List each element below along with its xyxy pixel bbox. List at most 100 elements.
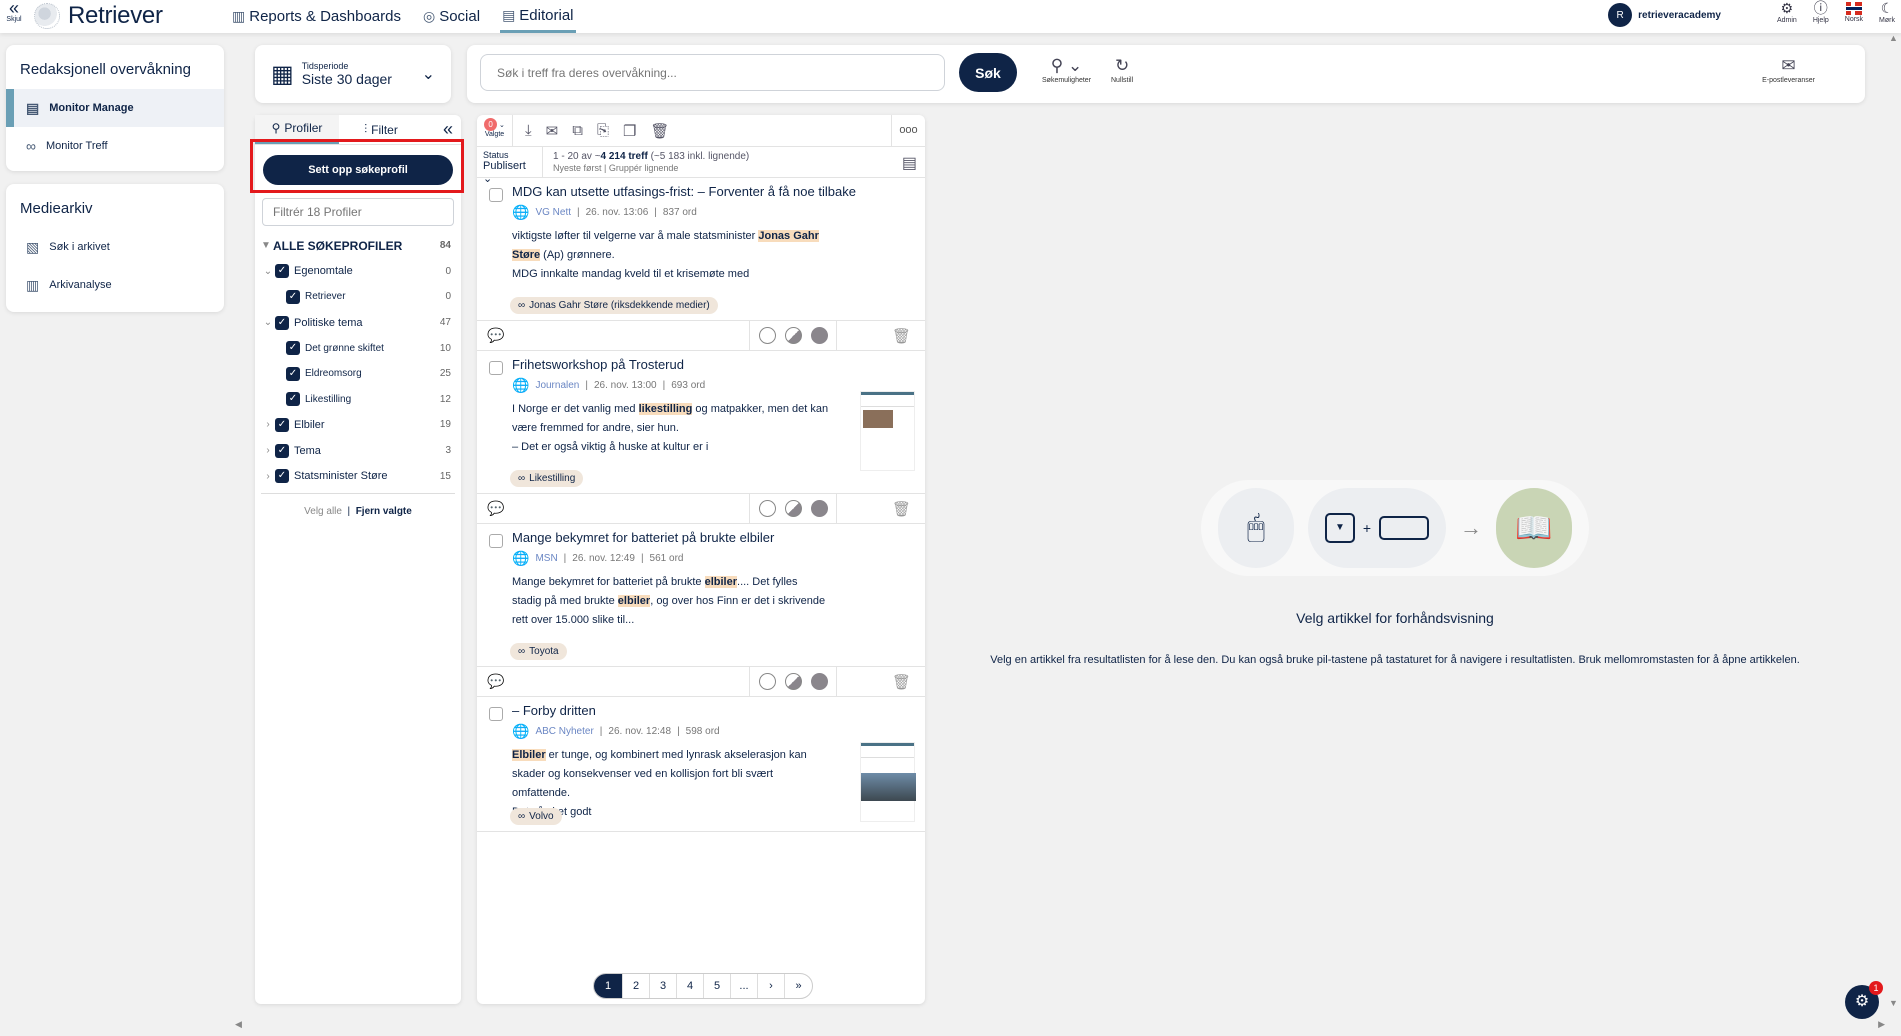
layout-toggle-icon[interactable]: ▤ [902,153,917,173]
page-button[interactable]: 3 [650,974,677,998]
group-similar-link[interactable]: Gruppér lignende [609,163,679,173]
checkbox-checked-icon[interactable]: ✓ [275,315,289,330]
chevron-down-icon[interactable]: ⌄ [261,266,275,277]
mark-read-icon[interactable] [810,327,828,344]
checkbox-checked-icon[interactable]: ✓ [286,392,300,407]
comment-icon[interactable]: 💬 [477,500,749,517]
comment-icon[interactable]: 💬 [477,673,749,690]
checkbox-checked-icon[interactable]: ✓ [275,469,289,484]
tree-item[interactable]: ✓ Likestilling 12 [255,387,461,413]
tree-root[interactable]: ▼ ALLE SØKEPROFILER 84 [255,233,461,259]
tree-item[interactable]: ⌄ ✓ Politiske tema 47 [255,310,461,336]
tree-item[interactable]: › ✓ Tema 3 [255,438,461,464]
nav-editorial[interactable]: ▤ Editorial [500,0,576,33]
selected-dropdown[interactable]: 0 ⌄ Valgte [477,115,513,147]
chevron-right-icon[interactable]: › [261,471,275,482]
article-title[interactable]: MDG kan utsette utfasings-frist: – Forve… [512,184,915,200]
sort-link[interactable]: Nyeste først [553,163,602,173]
setup-search-profile-button[interactable]: Sett opp søkeprofil [263,155,453,185]
download-icon[interactable]: ⤓ [525,122,532,140]
checkbox-checked-icon[interactable]: ✓ [286,289,300,304]
article-item[interactable]: Mange bekymret for batteriet på brukte e… [477,524,925,667]
comment-icon[interactable]: 💬 [477,327,749,344]
select-all-link[interactable]: Velg alle [304,506,342,517]
article-checkbox[interactable] [489,534,503,548]
chevron-right-icon[interactable]: › [261,419,275,430]
page-button[interactable]: 5 [704,974,731,998]
page-button[interactable]: » [785,974,812,998]
search-button[interactable]: Søk [959,53,1017,92]
trash-icon[interactable]: 🗑 [837,327,925,345]
sidebar-item-monitor-treff[interactable]: ∞ Monitor Treff [6,127,224,165]
article-item[interactable]: Frihetsworkshop på Trosterud 🌐 Journalen |… [477,351,925,494]
filter-profiles-input[interactable] [262,198,454,226]
checkbox-checked-icon[interactable]: ✓ [275,443,289,458]
article-title[interactable]: – Forby dritten [512,703,915,719]
vertical-scrollbar[interactable]: ▲ ▼ [1886,33,1901,1023]
tree-item[interactable]: ⌄ ✓ Egenomtale 0 [255,259,461,285]
nav-reports-dashboards[interactable]: ▥ Reports & Dashboards [230,0,403,33]
nav-social[interactable]: ◎ Social [421,0,482,33]
mark-partial-icon[interactable] [784,327,802,344]
article-source[interactable]: VG Nett [535,207,571,218]
mark-read-icon[interactable] [810,673,828,690]
chevron-down-icon[interactable]: ⌄ [261,317,275,328]
trash-icon[interactable]: 🗑 [837,673,925,691]
checkbox-checked-icon[interactable]: ✓ [275,264,289,279]
mark-partial-icon[interactable] [784,500,802,517]
more-options-button[interactable]: ooo [891,115,925,147]
article-source[interactable]: ABC Nyheter [535,726,593,737]
sidebar-item-monitor-manage[interactable]: ▤ Monitor Manage [6,89,224,127]
reset-button[interactable]: ↻ Nullstill [1111,55,1133,84]
article-checkbox[interactable] [489,707,503,721]
time-period-dropdown[interactable]: ▦ Tidsperiode Siste 30 dager ⌄ [255,45,451,103]
tree-item[interactable]: › ✓ Statsminister Støre 15 [255,463,461,489]
dark-mode-button[interactable]: ☾ Mørk [1879,0,1895,24]
article-title[interactable]: Mange bekymret for batteriet på brukte e… [512,530,915,546]
tree-item[interactable]: ✓ Retriever 0 [255,284,461,310]
article-source[interactable]: MSN [535,553,557,564]
page-button[interactable]: 4 [677,974,704,998]
mark-unread-icon[interactable] [758,327,776,344]
collapse-panel-icon[interactable]: « [443,119,453,140]
mark-partial-icon[interactable] [784,673,802,690]
share-icon[interactable]: ⧉ [572,122,583,140]
page-button[interactable]: › [758,974,785,998]
search-input[interactable] [480,54,945,91]
sidebar-item-search-archive[interactable]: ▧ Søk i arkivet [6,228,224,266]
email-deliveries-button[interactable]: ✉ E-postleveranser [1762,55,1815,84]
article-source[interactable]: Journalen [535,380,579,391]
mark-read-icon[interactable] [810,500,828,517]
chevron-right-icon[interactable]: › [261,445,275,456]
checkbox-checked-icon[interactable]: ✓ [275,417,289,432]
search-options-button[interactable]: ⚲ ⌄ Søkemuligheter [1042,55,1091,84]
article-checkbox[interactable] [489,361,503,375]
help-button[interactable]: ⓘ Hjelp [1813,0,1829,24]
tree-item[interactable]: ✓ Eldreomsorg 25 [255,361,461,387]
language-button[interactable]: Norsk [1845,0,1863,24]
trash-icon[interactable]: 🗑 [650,122,669,140]
logo[interactable]: Retriever [34,2,163,30]
page-button[interactable]: 2 [623,974,650,998]
article-thumbnail[interactable] [860,742,916,822]
article-item[interactable]: MDG kan utsette utfasings-frist: – Forve… [477,178,925,321]
article-title[interactable]: Frihetsworkshop på Trosterud [512,357,915,373]
article-item[interactable]: – Forby dritten 🌐 ABC Nyheter | 26. nov. 12… [477,697,925,832]
admin-button[interactable]: ⚙ Admin [1777,0,1797,24]
envelope-icon[interactable]: ✉ [546,122,559,140]
copy-icon[interactable]: ❐ [623,122,636,140]
checkbox-checked-icon[interactable]: ✓ [286,341,300,356]
trash-icon[interactable]: 🗑 [837,500,925,518]
mark-unread-icon[interactable] [758,500,776,517]
mark-unread-icon[interactable] [758,673,776,690]
hide-sidebar-button[interactable]: «Skjul [4,0,24,24]
horizontal-scrollbar[interactable]: ◀ ▶ [235,1019,1885,1031]
status-dropdown[interactable]: Status Publisert ⌄ [477,147,543,185]
sidebar-item-archive-analysis[interactable]: ▥ Arkivanalyse [6,266,224,304]
tree-item[interactable]: ✓ Det grønne skiftet 10 [255,335,461,361]
export-icon[interactable]: ⎘ [597,122,609,140]
article-thumbnail[interactable] [860,391,915,471]
page-button[interactable]: 1 [594,974,623,998]
deselect-link[interactable]: Fjern valgte [356,506,412,517]
user-menu[interactable]: Rretrieveracademy [1608,3,1721,27]
